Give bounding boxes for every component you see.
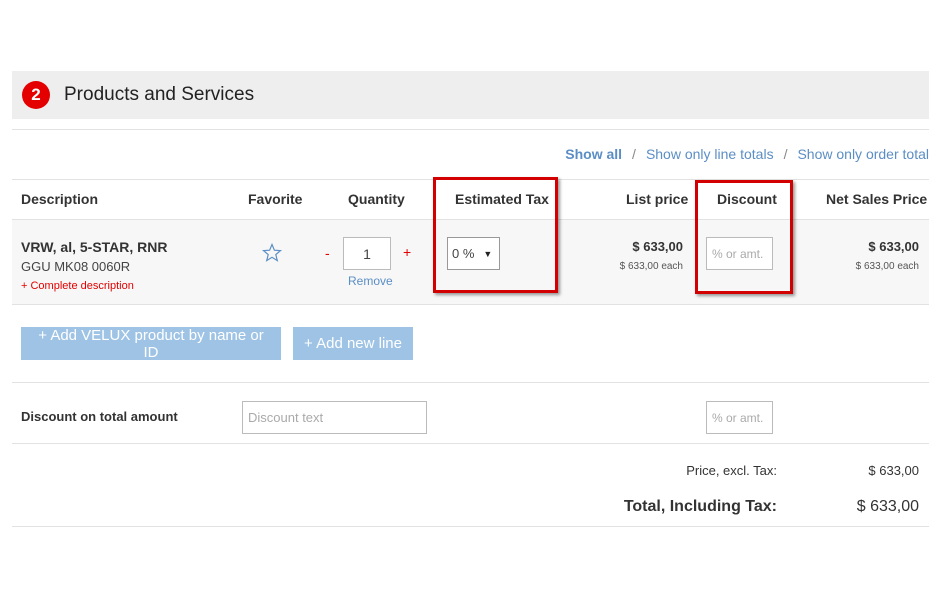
- step-number-badge: 2: [22, 81, 50, 109]
- column-header-description: Description: [21, 191, 99, 207]
- column-header-net-sales-price: Net Sales Price: [826, 191, 928, 207]
- show-line-totals-link[interactable]: Show only line totals: [646, 146, 774, 162]
- separator: /: [783, 146, 788, 162]
- product-code: GGU MK08 0060R: [21, 259, 131, 274]
- add-velux-product-button[interactable]: + Add VELUX product by name or ID: [21, 327, 281, 361]
- star-outline-icon[interactable]: [261, 242, 283, 263]
- quantity-decrease-button[interactable]: -: [325, 245, 330, 261]
- divider: [12, 382, 929, 383]
- discount-total-label: Discount on total amount: [21, 409, 178, 424]
- product-name: VRW, al, 5-STAR, RNR: [21, 239, 168, 255]
- divider: [12, 129, 929, 130]
- complete-description-link[interactable]: + Complete description: [21, 280, 134, 292]
- highlight-box-discount: [695, 180, 793, 294]
- quantity-increase-button[interactable]: +: [403, 244, 411, 260]
- quantity-input[interactable]: [343, 237, 391, 270]
- divider: [12, 304, 929, 305]
- show-order-total-link[interactable]: Show only order total: [797, 146, 929, 162]
- section-header: 2 Products and Services: [12, 71, 929, 119]
- net-sales-price-each: $ 633,00 each: [855, 261, 919, 272]
- total-label: Total, Including Tax:: [623, 498, 777, 515]
- separator: /: [632, 146, 636, 162]
- remove-link[interactable]: Remove: [348, 274, 393, 288]
- highlight-box-estimated-tax: [433, 177, 558, 293]
- column-header-favorite: Favorite: [248, 191, 303, 207]
- column-header-list-price: List price: [626, 191, 689, 207]
- discount-total-amount-input[interactable]: [706, 401, 773, 434]
- list-price-each: $ 633,00 each: [619, 261, 683, 272]
- divider: [12, 443, 929, 444]
- total-value: $ 633,00: [856, 498, 919, 515]
- subtotal-label: Price, excl. Tax:: [686, 463, 777, 478]
- show-all-link[interactable]: Show all: [565, 146, 622, 162]
- net-sales-price: $ 633,00: [868, 239, 919, 254]
- section-title: Products and Services: [64, 84, 255, 105]
- column-header-quantity: Quantity: [348, 191, 405, 207]
- discount-text-input[interactable]: [242, 401, 427, 434]
- add-new-line-button[interactable]: + Add new line: [293, 327, 413, 360]
- subtotal-value: $ 633,00: [868, 463, 919, 478]
- list-price: $ 633,00: [632, 239, 683, 254]
- view-options: Show all / Show only line totals / Show …: [565, 146, 929, 162]
- divider: [12, 526, 929, 527]
